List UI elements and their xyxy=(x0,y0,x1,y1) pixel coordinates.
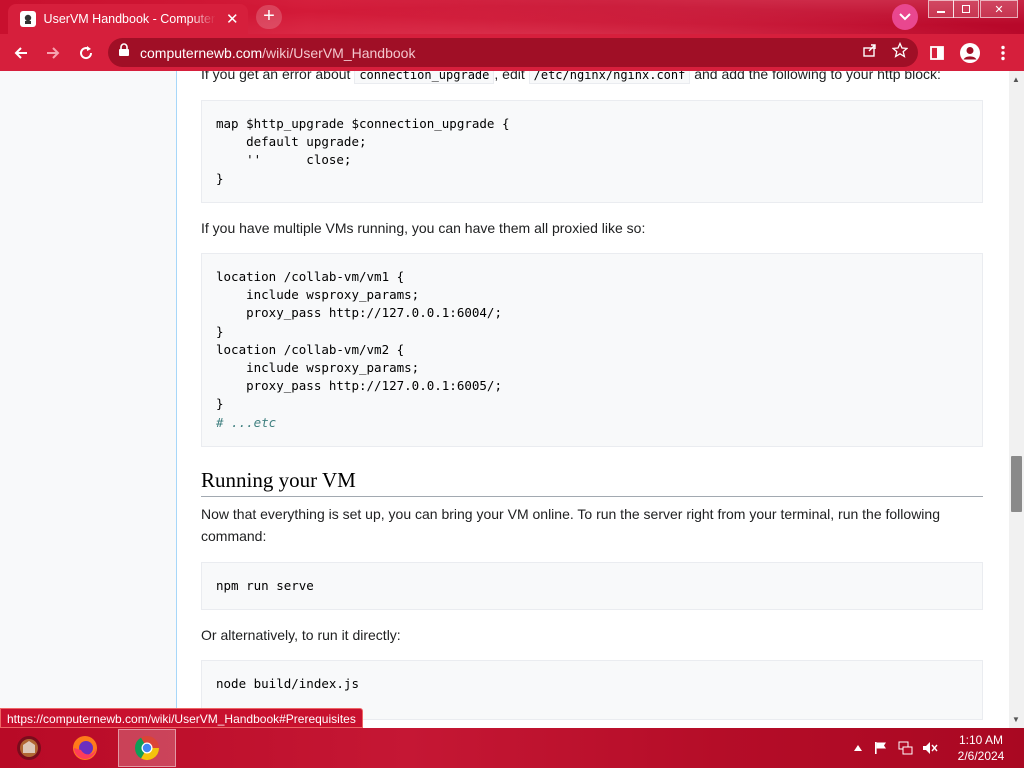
clock-date: 2/6/2024 xyxy=(957,749,1005,763)
code-line: location /collab-vm/vm2 { xyxy=(216,341,405,357)
page-scrollbar[interactable]: ▲ ▼ xyxy=(1009,71,1024,728)
favicon-icon xyxy=(20,11,36,27)
inline-code-connection-upgrade: connection_upgrade xyxy=(354,71,495,84)
scroll-thumb[interactable] xyxy=(1011,456,1022,512)
maximize-button[interactable] xyxy=(953,0,979,18)
code-block-map: map $http_upgrade $connection_upgrade { … xyxy=(201,100,983,203)
firefox-icon[interactable] xyxy=(56,729,114,767)
start-button[interactable] xyxy=(0,729,58,767)
clock-time: 1:10 AM xyxy=(958,733,1004,747)
link-status-bar: https://computernewb.com/wiki/UserVM_Han… xyxy=(0,708,363,728)
code-block-npm-serve: npm run serve xyxy=(201,562,983,610)
code-line: } xyxy=(216,170,224,186)
url-host: computernewb.com xyxy=(140,44,263,61)
code-line: } xyxy=(216,323,224,339)
window-close-button[interactable]: ✕ xyxy=(980,0,1018,18)
star-icon[interactable] xyxy=(891,41,909,63)
code-line: proxy_pass http://127.0.0.1:6004/; xyxy=(216,305,502,321)
inline-code-nginx-conf: /etc/nginx/nginx.conf xyxy=(528,71,691,84)
code-line: include wsproxy_params; xyxy=(216,359,420,375)
scroll-up-icon[interactable]: ▲ xyxy=(1012,75,1020,84)
code-line: npm run serve xyxy=(216,578,314,593)
alternative-paragraph: Or alternatively, to run it directly: xyxy=(201,627,401,643)
share-icon[interactable] xyxy=(862,42,878,63)
network-icon[interactable] xyxy=(896,728,916,768)
close-icon[interactable]: ✕ xyxy=(224,10,240,28)
code-line: '' close; xyxy=(216,152,352,168)
windows-taskbar: 1:10 AM 2/6/2024 xyxy=(0,728,1024,768)
url-path: /wiki/UserVM_Handbook xyxy=(262,44,416,61)
back-icon[interactable] xyxy=(6,38,36,68)
tab-search-button[interactable] xyxy=(892,4,918,30)
multi-vm-paragraph: If you have multiple VMs running, you ca… xyxy=(201,220,646,236)
intro-text-2: , edit xyxy=(494,71,525,82)
sidebar-icon[interactable] xyxy=(922,38,952,68)
running-paragraph: Now that everything is set up, you can b… xyxy=(201,506,940,544)
chrome-icon[interactable] xyxy=(118,729,176,767)
address-bar[interactable]: computernewb.com/wiki/UserVM_Handbook xyxy=(108,38,918,67)
wiki-sidebar xyxy=(0,71,177,728)
code-line: } xyxy=(216,396,224,412)
volume-icon[interactable] xyxy=(920,728,940,768)
flag-icon[interactable] xyxy=(872,728,890,768)
code-line: map $http_upgrade $connection_upgrade { xyxy=(216,116,510,131)
code-line: include wsproxy_params; xyxy=(216,287,420,303)
scroll-down-icon[interactable]: ▼ xyxy=(1012,715,1020,724)
code-block-locations: location /collab-vm/vm1 { include wsprox… xyxy=(201,253,983,447)
code-line: node build/index.js xyxy=(216,676,359,691)
nginx-error-paragraph: If you get an error about connection_upg… xyxy=(201,71,941,86)
profile-icon[interactable] xyxy=(955,38,985,68)
tray-expand-icon[interactable] xyxy=(850,728,866,768)
code-line: proxy_pass http://127.0.0.1:6005/; xyxy=(216,378,502,394)
forward-icon[interactable] xyxy=(38,38,68,68)
browser-tab[interactable]: UserVM Handbook - Computernewb Wiki ✕ xyxy=(8,4,248,34)
intro-text-1: If you get an error about xyxy=(201,71,351,82)
url-text[interactable]: computernewb.com/wiki/UserVM_Handbook xyxy=(140,45,862,61)
system-clock[interactable]: 1:10 AM 2/6/2024 xyxy=(948,732,1014,764)
reload-icon[interactable] xyxy=(71,38,101,68)
code-line: # ...etc xyxy=(216,414,277,430)
tab-title: UserVM Handbook - Computernewb Wiki xyxy=(43,12,217,26)
code-line: location /collab-vm/vm1 { xyxy=(216,269,405,284)
menu-icon[interactable] xyxy=(988,38,1018,68)
intro-text-3: and add the following to your http block… xyxy=(694,71,941,82)
page-viewport: If you get an error about connection_upg… xyxy=(0,71,1024,728)
heading-running-your-vm: Running your VM xyxy=(201,468,983,497)
code-line: default upgrade; xyxy=(216,134,367,150)
lock-icon[interactable] xyxy=(118,43,130,62)
plus-icon[interactable]: + xyxy=(256,5,282,29)
minimize-button[interactable] xyxy=(928,0,954,18)
browser-toolbar: computernewb.com/wiki/UserVM_Handbook xyxy=(0,34,1024,71)
